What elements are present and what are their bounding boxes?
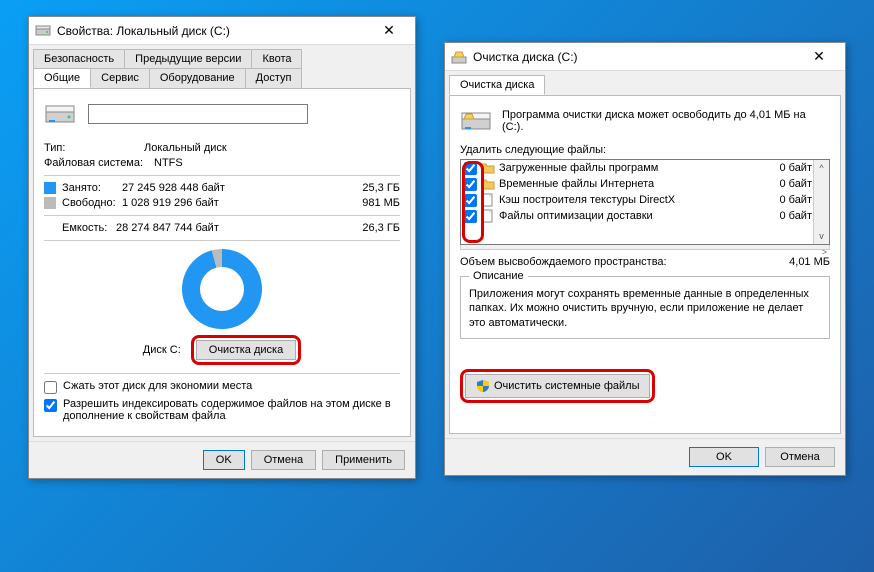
window-title: Свойства: Локальный диск (C:): [57, 24, 369, 38]
file-icon: [481, 209, 495, 223]
file-checkbox[interactable]: [464, 194, 477, 207]
compress-checkbox[interactable]: [44, 381, 57, 394]
list-item: Временные файлы Интернета 0 байт: [461, 176, 829, 192]
file-list[interactable]: Загруженные файлы программ 0 байт Времен…: [460, 159, 830, 245]
tabs: Очистка диска: [445, 71, 845, 95]
tab-sharing[interactable]: Доступ: [245, 68, 303, 88]
file-checkbox[interactable]: [464, 178, 477, 191]
file-name: Файлы оптимизации доставки: [499, 210, 779, 222]
fs-label: Файловая система:: [44, 157, 154, 169]
file-icon: [481, 193, 495, 207]
cleanup-highlight: Очистка диска: [191, 335, 301, 365]
capacity-gb: 26,3 ГБ: [340, 222, 400, 234]
disk-name-input[interactable]: [88, 104, 308, 124]
file-size: 0 байт: [779, 210, 812, 222]
cleanup-icon: [451, 49, 467, 65]
file-name: Кэш построителя текстуры DirectX: [499, 194, 779, 206]
capacity-bytes: 28 274 847 744 байт: [116, 222, 340, 234]
disk-caption: Диск C:: [143, 344, 181, 356]
close-button[interactable]: ✕: [799, 43, 839, 70]
clean-system-files-button[interactable]: Очистить системные файлы: [465, 374, 650, 398]
folder-icon: [481, 161, 495, 175]
file-size: 0 байт: [779, 178, 812, 190]
drive-cleanup-icon: [460, 109, 492, 133]
drive-icon: [44, 102, 76, 126]
tab-cleanup[interactable]: Очистка диска: [449, 75, 545, 95]
free-bytes: 1 028 919 296 байт: [122, 197, 340, 209]
close-button[interactable]: ✕: [369, 17, 409, 44]
shield-icon: [476, 379, 490, 393]
tab-previous-versions[interactable]: Предыдущие версии: [124, 49, 252, 68]
sys-btn-label: Очистить системные файлы: [494, 380, 639, 392]
capacity-label: Емкость:: [44, 222, 116, 234]
file-size: 0 байт: [779, 194, 812, 206]
apply-button[interactable]: Применить: [322, 450, 405, 470]
cleanup-summary: Программа очистки диска может освободить…: [502, 109, 830, 133]
tabs-row-2: Общие Сервис Оборудование Доступ: [29, 68, 415, 88]
freed-label: Объем высвобождаемого пространства:: [460, 256, 789, 268]
delete-files-label: Удалить следующие файлы:: [460, 144, 830, 156]
titlebar[interactable]: Свойства: Локальный диск (C:) ✕: [29, 17, 415, 45]
cancel-button[interactable]: Отмена: [765, 447, 835, 467]
dialog-footer: OK Отмена: [445, 438, 845, 475]
index-label: Разрешить индексировать содержимое файло…: [63, 398, 400, 422]
scroll-up-icon[interactable]: ^: [814, 160, 829, 176]
list-item: Загруженные файлы программ 0 байт: [461, 160, 829, 176]
file-checkbox[interactable]: [464, 210, 477, 223]
disk-cleanup-window: Очистка диска (C:) ✕ Очистка диска Прогр…: [444, 42, 846, 476]
cancel-button[interactable]: Отмена: [251, 450, 316, 470]
used-swatch-icon: [44, 182, 56, 194]
used-bytes: 27 245 928 448 байт: [122, 182, 340, 194]
fs-value: NTFS: [154, 157, 400, 169]
tab-tools[interactable]: Сервис: [90, 68, 150, 88]
tabs-row-1: Безопасность Предыдущие версии Квота: [29, 45, 415, 68]
file-name: Временные файлы Интернета: [499, 178, 779, 190]
list-item: Файлы оптимизации доставки 0 байт: [461, 208, 829, 224]
cleanup-panel: Программа очистки диска может освободить…: [449, 95, 841, 434]
free-label: Свободно:: [62, 197, 122, 209]
type-value: Локальный диск: [144, 142, 400, 154]
used-label: Занято:: [62, 182, 122, 194]
sysfiles-highlight: Очистить системные файлы: [460, 369, 655, 403]
compress-label: Сжать этот диск для экономии места: [63, 380, 252, 392]
tab-hardware[interactable]: Оборудование: [149, 68, 246, 88]
index-checkbox[interactable]: [44, 399, 57, 412]
window-title: Очистка диска (C:): [473, 50, 799, 64]
titlebar[interactable]: Очистка диска (C:) ✕: [445, 43, 845, 71]
ok-button[interactable]: OK: [689, 447, 759, 467]
file-name: Загруженные файлы программ: [499, 162, 779, 174]
folder-icon: [481, 177, 495, 191]
disk-cleanup-button[interactable]: Очистка диска: [196, 340, 296, 360]
free-gb: 981 МБ: [340, 197, 400, 209]
type-label: Тип:: [44, 142, 144, 154]
used-gb: 25,3 ГБ: [340, 182, 400, 194]
usage-donut-icon: [182, 249, 262, 329]
ok-button[interactable]: OK: [203, 450, 245, 470]
file-size: 0 байт: [779, 162, 812, 174]
list-item: Кэш построителя текстуры DirectX 0 байт: [461, 192, 829, 208]
description-fieldset: Описание Приложения могут сохранять врем…: [460, 276, 830, 339]
dialog-footer: OK Отмена Применить: [29, 441, 415, 478]
properties-window: Свойства: Локальный диск (C:) ✕ Безопасн…: [28, 16, 416, 479]
description-text: Приложения могут сохранять временные дан…: [469, 287, 821, 330]
freed-value: 4,01 МБ: [789, 256, 830, 268]
free-swatch-icon: [44, 197, 56, 209]
tab-general[interactable]: Общие: [33, 68, 91, 88]
description-legend: Описание: [469, 270, 528, 282]
general-panel: Тип:Локальный диск Файловая система:NTFS…: [33, 88, 411, 437]
drive-small-icon: [35, 23, 51, 39]
tab-quota[interactable]: Квота: [251, 49, 302, 68]
file-checkbox[interactable]: [464, 162, 477, 175]
scrollbar[interactable]: ^ v: [813, 160, 829, 244]
scroll-down-icon[interactable]: v: [814, 228, 829, 244]
tab-security[interactable]: Безопасность: [33, 49, 125, 68]
